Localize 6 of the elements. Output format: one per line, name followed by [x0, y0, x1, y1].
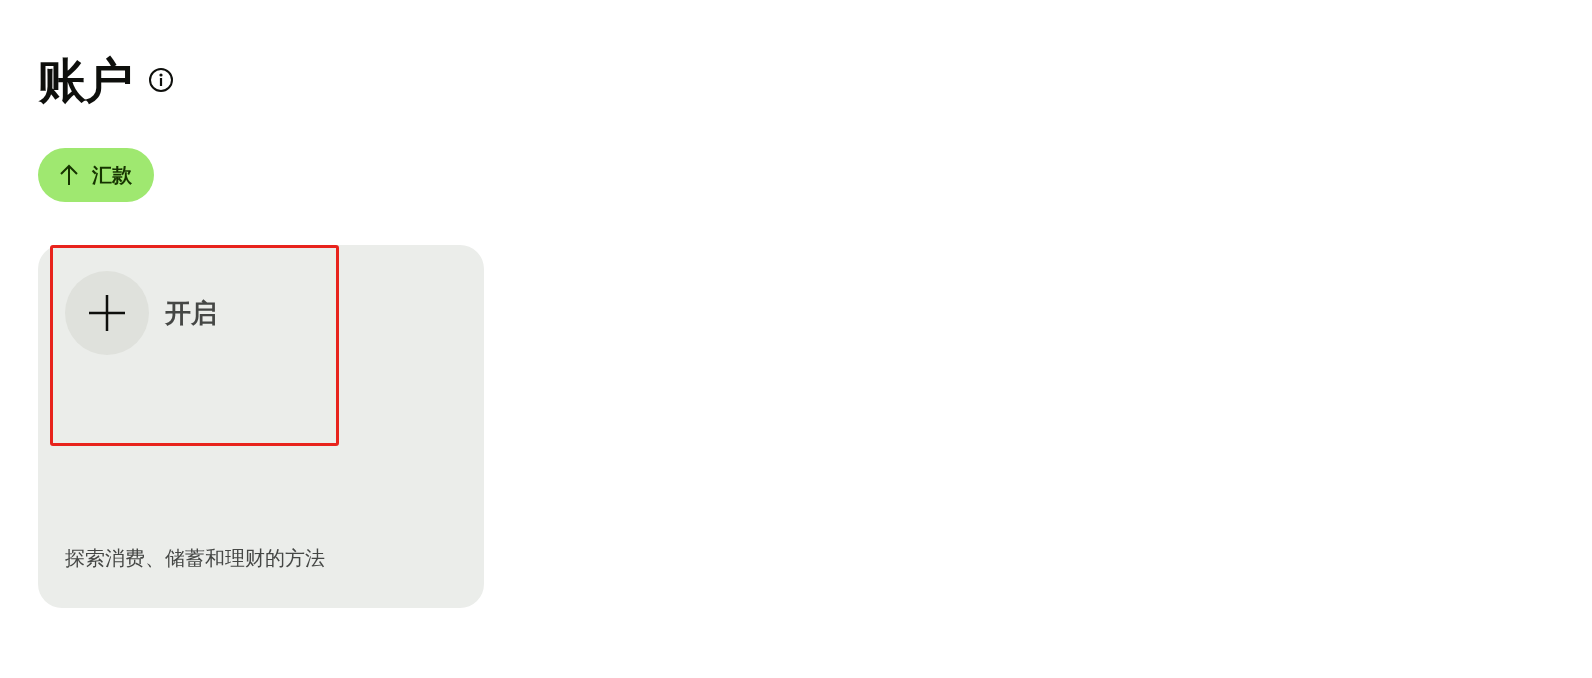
card-description: 探索消费、储蓄和理财的方法: [65, 545, 326, 572]
info-icon[interactable]: [148, 67, 174, 93]
open-account-button[interactable]: 开启: [65, 271, 457, 355]
send-button[interactable]: 汇款: [38, 148, 154, 202]
arrow-up-icon: [58, 163, 80, 187]
page-title: 账户: [38, 52, 132, 108]
